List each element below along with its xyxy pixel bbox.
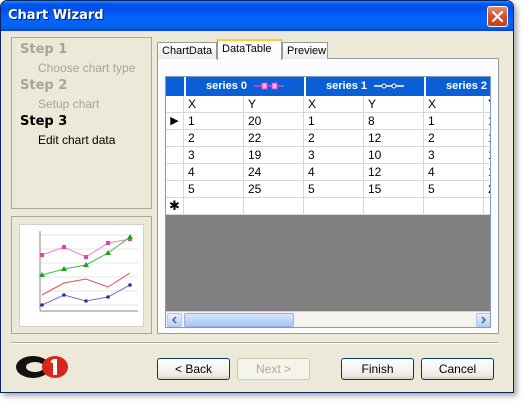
table-cell[interactable]: 2 [304, 130, 364, 147]
back-button[interactable]: < Back [157, 358, 230, 380]
table-cell[interactable] [184, 198, 244, 215]
chevron-right-icon [481, 316, 487, 324]
table-cell[interactable]: 3 [184, 147, 244, 164]
row-header [166, 181, 184, 198]
row-header [166, 130, 184, 147]
window-title: Chart Wizard [8, 8, 104, 23]
row-header [166, 147, 184, 164]
table-cell[interactable] [424, 198, 484, 215]
steps-panel: Step 1 Choose chart type Step 2 Setup ch… [11, 37, 152, 209]
chart-wizard-window: Chart Wizard Step 1 Choose chart type St… [0, 0, 514, 393]
close-button[interactable] [487, 6, 508, 27]
tab-datatable[interactable]: DataTable [217, 39, 282, 60]
table-cell[interactable]: 2 [484, 181, 490, 198]
table-cell[interactable]: 3 [304, 147, 364, 164]
step-1-label: Step 1 [20, 42, 68, 57]
table-cell[interactable]: 2 [424, 130, 484, 147]
new-row[interactable]: ✱ [166, 198, 490, 215]
series-header-row: series 0 series 1 series 2 [166, 77, 490, 96]
title-bar[interactable]: Chart Wizard [1, 1, 513, 31]
table-cell[interactable]: 2 [184, 130, 244, 147]
step-2-desc: Setup chart [38, 97, 100, 111]
table-row[interactable]: 3 19 3 10 3 1 [166, 147, 490, 164]
table-cell[interactable]: 5 [424, 181, 484, 198]
series-1-marker-icon [374, 83, 405, 89]
data-table-grid[interactable]: series 0 series 1 series 2 X Y X Y X ▶ 1… [165, 76, 491, 328]
table-row[interactable]: 5 25 5 15 5 2 [166, 181, 490, 198]
scroll-thumb[interactable] [184, 313, 294, 327]
table-cell[interactable]: 4 [184, 164, 244, 181]
step-2-label: Step 2 [20, 78, 68, 93]
col-header-y[interactable]: Y [244, 96, 304, 113]
table-row[interactable]: 2 22 2 12 2 1 [166, 130, 490, 147]
table-cell[interactable] [484, 198, 490, 215]
table-cell[interactable]: 5 [184, 181, 244, 198]
chart-thumbnail [19, 224, 144, 327]
series-2-header[interactable]: series 2 [424, 77, 490, 96]
table-cell[interactable]: 1 [184, 113, 244, 130]
series-0-marker-icon [254, 82, 285, 90]
table-cell[interactable]: 4 [424, 164, 484, 181]
col-header-x[interactable]: X [304, 96, 364, 113]
table-cell[interactable]: 5 [304, 181, 364, 198]
scroll-right-button[interactable] [476, 313, 490, 327]
series-1-header[interactable]: series 1 [304, 77, 424, 96]
table-cell[interactable]: 1 [424, 113, 484, 130]
table-cell[interactable]: 15 [364, 181, 424, 198]
table-cell[interactable]: 22 [244, 130, 304, 147]
table-cell[interactable]: 4 [304, 164, 364, 181]
table-cell[interactable]: 3 [424, 147, 484, 164]
col-header-x[interactable]: X [424, 96, 484, 113]
table-cell[interactable]: 20 [244, 113, 304, 130]
corner-cell [166, 96, 184, 113]
table-cell[interactable]: 10 [364, 147, 424, 164]
table-cell[interactable] [364, 198, 424, 215]
step-1-desc: Choose chart type [38, 61, 136, 75]
table-cell[interactable]: 19 [244, 147, 304, 164]
c1-logo [15, 354, 71, 380]
separator [11, 342, 498, 344]
c1-logo-icon [16, 356, 68, 378]
table-cell[interactable]: 8 [364, 113, 424, 130]
table-cell[interactable] [244, 198, 304, 215]
tab-preview[interactable]: Preview [282, 42, 328, 59]
close-icon [492, 11, 503, 22]
table-row[interactable]: 4 24 4 12 4 1 [166, 164, 490, 181]
table-cell[interactable]: 1 [484, 130, 490, 147]
step-3-desc: Edit chart data [38, 133, 116, 147]
series-0-header[interactable]: series 0 [184, 77, 306, 96]
next-button[interactable]: Next > [237, 358, 310, 380]
table-cell[interactable]: 24 [244, 164, 304, 181]
scroll-left-button[interactable] [167, 313, 182, 327]
step-3-label: Step 3 [20, 114, 68, 129]
finish-button[interactable]: Finish [341, 358, 414, 380]
col-header-y[interactable]: Y [364, 96, 424, 113]
tab-chartdata[interactable]: ChartData [157, 42, 217, 59]
series-0-name: series 0 [206, 80, 247, 92]
table-cell[interactable]: 1 [484, 164, 490, 181]
table-row[interactable]: ▶ 1 20 1 8 1 1 [166, 113, 490, 130]
table-cell[interactable]: 25 [244, 181, 304, 198]
table-cell[interactable] [304, 198, 364, 215]
table-cell[interactable]: 12 [364, 164, 424, 181]
chart-preview-panel [11, 216, 152, 334]
cancel-button[interactable]: Cancel [421, 358, 494, 380]
table-cell[interactable]: 12 [364, 130, 424, 147]
col-header-x[interactable]: X [184, 96, 244, 113]
current-row-indicator: ▶ [166, 113, 184, 130]
series-1-name: series 1 [326, 80, 367, 92]
column-header-row: X Y X Y X Y [166, 96, 490, 113]
horizontal-scrollbar[interactable] [166, 311, 490, 327]
new-row-indicator: ✱ [166, 198, 184, 215]
table-cell[interactable]: 1 [304, 113, 364, 130]
chart-thumbnail-image [39, 231, 138, 312]
col-header-y[interactable]: Y [484, 96, 490, 113]
table-cell[interactable]: 1 [484, 147, 490, 164]
row-header [166, 164, 184, 181]
table-cell[interactable]: 1 [484, 113, 490, 130]
chevron-left-icon [171, 316, 177, 324]
series-2-name: series 2 [446, 80, 487, 92]
